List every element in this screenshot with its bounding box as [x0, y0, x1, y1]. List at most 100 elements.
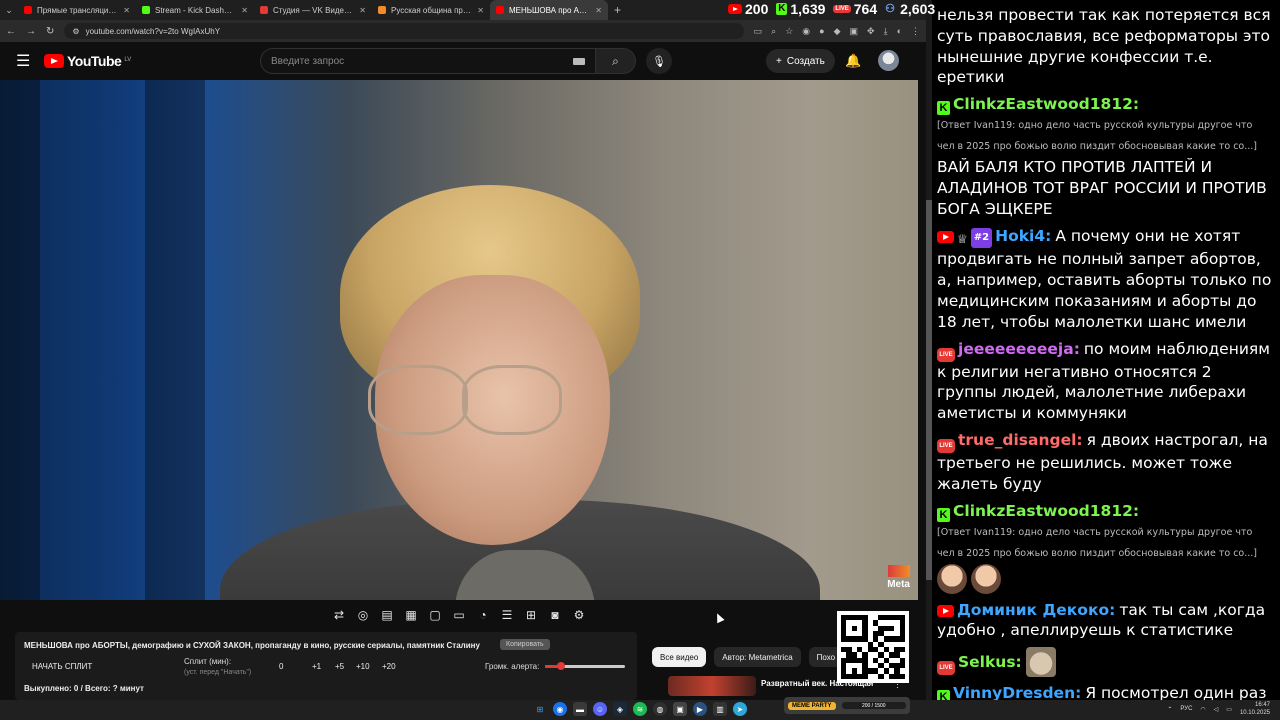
chat-scrollbar[interactable]: [926, 0, 932, 700]
speaker-icon[interactable]: ◁: [1214, 706, 1219, 713]
telegram-icon[interactable]: ➤: [733, 702, 747, 716]
bars-icon[interactable]: ☰: [499, 608, 515, 622]
language-indicator[interactable]: РУС: [1180, 706, 1192, 712]
meme-party-widget[interactable]: MEME PARTY 200 / 1500: [784, 697, 910, 714]
back-icon[interactable]: ←: [6, 26, 16, 37]
puzzle-icon[interactable]: ✥: [867, 26, 875, 37]
alert-volume-handle[interactable]: [557, 662, 565, 670]
account-avatar[interactable]: [878, 50, 899, 71]
camera-icon[interactable]: ◙: [547, 608, 563, 622]
chat-username[interactable]: ClinkzEastwood1812:: [953, 95, 1139, 113]
rank-badge: #2: [970, 227, 993, 249]
chat-username[interactable]: VinnyDresden:: [953, 684, 1081, 700]
new-tab-button[interactable]: +: [608, 3, 627, 17]
tray-chevron-icon[interactable]: ⌃: [1167, 706, 1172, 713]
folder-icon[interactable]: ▬: [573, 702, 587, 716]
spotify-icon[interactable]: ≋: [633, 702, 647, 716]
extension-icon[interactable]: ◉: [802, 26, 810, 37]
search-input[interactable]: Введите запрос: [260, 48, 596, 74]
vk-live-badge-icon: LIVE: [937, 347, 955, 362]
split-timer-panel: МЕНЬШОВА про АБОРТЫ, демографию и СУХОЙ …: [15, 632, 637, 700]
browser-tab[interactable]: Русская община про мигрант... ✕: [372, 0, 490, 20]
loop-icon[interactable]: ⇄: [331, 608, 347, 622]
speed-icon[interactable]: ◔: [475, 608, 491, 622]
search-button[interactable]: ⌕: [596, 48, 636, 74]
split-minutes-label: Сплит (мин):: [184, 657, 232, 666]
tab-close-icon[interactable]: ✕: [123, 6, 130, 15]
alert-volume-slider[interactable]: [545, 662, 625, 670]
theater-icon[interactable]: ▭: [451, 608, 467, 622]
windows-start-icon[interactable]: ⊞: [533, 702, 547, 716]
create-button[interactable]: + Создать: [766, 49, 835, 73]
picture-in-picture-icon[interactable]: ▢: [427, 608, 443, 622]
discord-icon[interactable]: ☺: [593, 702, 607, 716]
site-info-icon[interactable]: ⚙: [72, 27, 79, 36]
url-field[interactable]: ⚙ youtube.com/watch?v=2to WgIAxUhY: [64, 23, 744, 39]
profile-icon[interactable]: ◐: [897, 26, 902, 37]
forward-icon[interactable]: →: [26, 26, 36, 37]
notifications-bell-icon[interactable]: 🔔: [845, 53, 861, 69]
clapperboard-icon[interactable]: ▦: [403, 608, 419, 622]
split-minutes-value[interactable]: 0: [279, 662, 283, 671]
app-icon[interactable]: ▶: [693, 702, 707, 716]
zoom-icon[interactable]: ⌕: [771, 26, 776, 37]
add-playlist-icon[interactable]: ⊞: [523, 608, 539, 622]
copy-button[interactable]: Копировать: [500, 639, 550, 650]
keyboard-icon[interactable]: [573, 57, 585, 65]
cast-icon[interactable]: ▭: [754, 26, 763, 37]
steam-icon[interactable]: ◈: [613, 702, 627, 716]
obs-icon[interactable]: ◍: [653, 702, 667, 716]
extension-icon[interactable]: ◆: [834, 26, 841, 37]
extension-icon[interactable]: ●: [819, 26, 824, 37]
recommended-video-thumbnail[interactable]: [668, 676, 756, 696]
app-icon[interactable]: ▣: [673, 702, 687, 716]
tab-list: Прямые трансляции - YouTube✕Stream - Kic…: [18, 0, 608, 20]
browser-tab[interactable]: Студия — VK Видео Live ✕: [254, 0, 372, 20]
browser-tab[interactable]: Stream - Kick Dashboard ✕: [136, 0, 254, 20]
menu-icon[interactable]: ☰: [16, 51, 44, 71]
add-10-minutes-button[interactable]: +10: [356, 662, 370, 671]
add-20-minutes-button[interactable]: +20: [382, 662, 396, 671]
chat-username[interactable]: Selkus:: [958, 653, 1022, 671]
tab-close-icon[interactable]: ✕: [477, 6, 484, 15]
reload-icon[interactable]: ↻: [46, 26, 54, 37]
tab-title: Студия — VK Видео Live: [273, 5, 354, 15]
split-minutes-hint: (уст. перед "Начать"): [184, 669, 252, 676]
download-icon[interactable]: ⤓: [884, 26, 888, 37]
add-1-minute-button[interactable]: +1: [312, 662, 321, 671]
extension-icon[interactable]: ▣: [850, 26, 859, 37]
battery-icon[interactable]: ▭: [1226, 706, 1232, 713]
chat-scrollbar-thumb[interactable]: [926, 200, 932, 580]
settings-gear-icon[interactable]: ⚙: [571, 608, 587, 622]
tab-close-icon[interactable]: ✕: [595, 6, 602, 15]
chat-username[interactable]: Hoki4:: [995, 227, 1051, 245]
filter-chip[interactable]: Все видео: [652, 647, 707, 667]
kick-badge-icon: K: [937, 101, 950, 116]
tab-close-icon[interactable]: ✕: [241, 6, 248, 15]
voice-search-button[interactable]: 🎙: [646, 48, 672, 74]
app-icon[interactable]: ▥: [713, 702, 727, 716]
tab-search-icon[interactable]: ⌄: [0, 0, 18, 20]
vk-viewer-count: LIVE 764: [833, 1, 878, 17]
wifi-icon[interactable]: ◠: [1200, 706, 1205, 713]
tab-close-icon[interactable]: ✕: [359, 6, 366, 15]
add-5-minutes-button[interactable]: +5: [335, 662, 344, 671]
chat-username[interactable]: jeeeeeeeeeja:: [958, 340, 1080, 358]
kick-icon: K: [776, 3, 788, 15]
screenshot-icon[interactable]: ▤: [379, 608, 395, 622]
chat-username[interactable]: Доминик Декоко:: [957, 601, 1115, 619]
chat-username[interactable]: ClinkzEastwood1812:: [953, 502, 1139, 520]
broadcast-icon[interactable]: ◎: [355, 608, 371, 622]
menu-dots-icon[interactable]: ⋮: [911, 26, 920, 37]
video-subject-glasses: [368, 365, 468, 435]
bookmark-star-icon[interactable]: ☆: [785, 26, 793, 37]
filter-chip[interactable]: Автор: Metametrica: [714, 647, 801, 667]
browser-tab[interactable]: МЕНЬШОВА про АБОРТЫ... ✕: [490, 0, 608, 20]
browser-tab[interactable]: Прямые трансляции - YouTube ✕: [18, 0, 136, 20]
system-clock[interactable]: 16:47 10.10.2025: [1240, 701, 1270, 717]
youtube-logo[interactable]: YouTube LV: [44, 53, 131, 69]
chat-username[interactable]: true_disangel:: [958, 431, 1083, 449]
chrome-icon[interactable]: ◉: [553, 702, 567, 716]
video-player[interactable]: Meta: [0, 80, 918, 600]
start-split-button[interactable]: НАЧАТЬ СПЛИТ: [32, 662, 92, 671]
